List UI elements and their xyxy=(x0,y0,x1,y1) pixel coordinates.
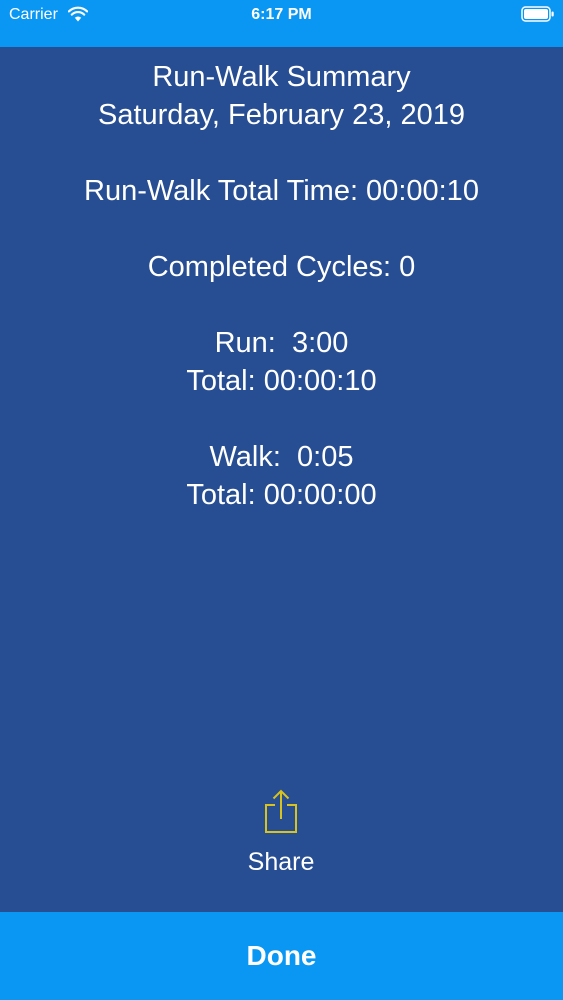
share-button[interactable]: Share xyxy=(231,782,331,882)
share-icon xyxy=(265,789,297,833)
run-walk-summary: Run-Walk Summary Saturday, February 23, … xyxy=(0,58,563,514)
completed-cycles-label: Completed Cycles: 0 xyxy=(147,251,416,283)
summary-date: Saturday, February 23, 2019 xyxy=(97,99,466,131)
walk-total-label: Total: 00:00:00 xyxy=(186,479,377,511)
total-time-label: Run-Walk Total Time: 00:00:10 xyxy=(84,175,479,207)
share-label: Share xyxy=(247,848,315,876)
run-total-label: Total: 00:00:10 xyxy=(186,365,377,397)
run-interval-label: Run: 3:00 xyxy=(214,327,349,359)
status-bar: Carrier 6:17 PM xyxy=(0,0,563,47)
status-time: 6:17 PM xyxy=(251,6,312,23)
summary-title: Run-Walk Summary xyxy=(152,61,411,93)
done-button[interactable]: Done xyxy=(0,912,563,1000)
battery-icon xyxy=(521,6,554,22)
walk-interval-label: Walk: 0:05 xyxy=(209,441,354,473)
